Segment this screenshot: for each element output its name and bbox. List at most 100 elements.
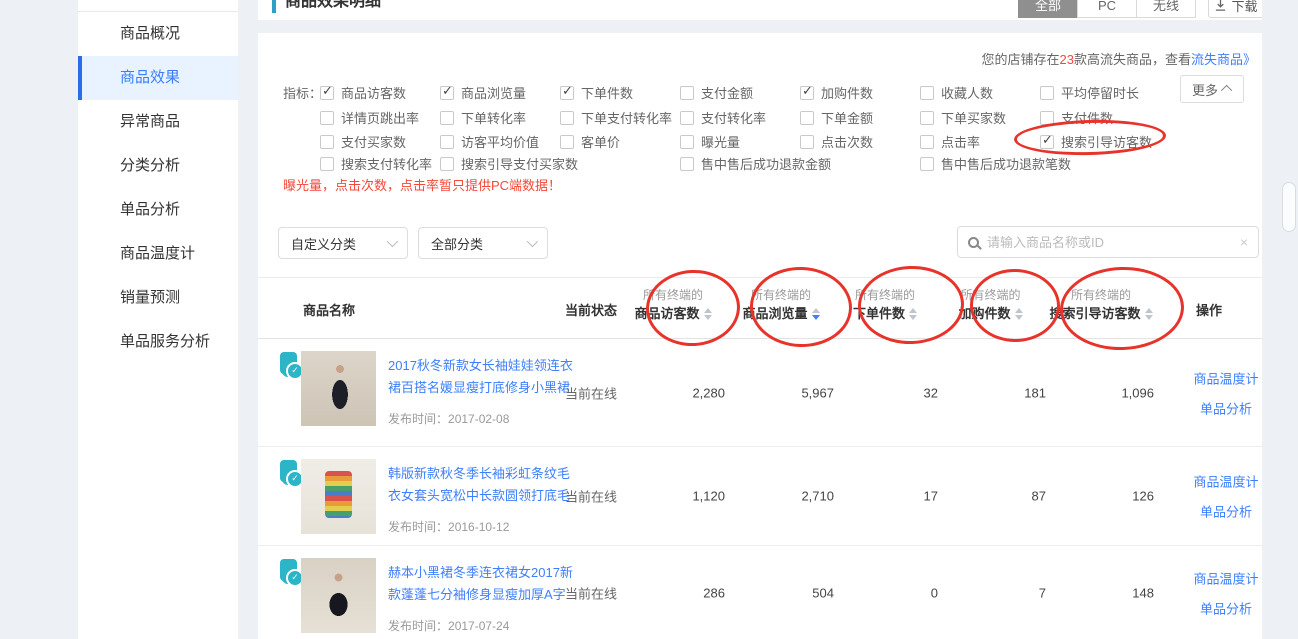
checkbox-avg-stay-time[interactable]	[1040, 86, 1054, 100]
sidebar-item-product-overview[interactable]: 商品概况	[78, 12, 238, 56]
metric-label: 曝光量	[701, 132, 740, 151]
metric-label: 下单转化率	[461, 108, 526, 127]
product-image[interactable]	[301, 351, 376, 426]
checkbox-order-items[interactable]	[560, 86, 574, 100]
action-single-item-analysis[interactable]: 单品分析	[1200, 398, 1252, 417]
checkbox-product-pageviews[interactable]	[440, 86, 454, 100]
checkbox-avg-order-value[interactable]	[560, 135, 574, 149]
metric-item: 支付金额	[680, 83, 753, 102]
sort-arrows[interactable]	[909, 308, 917, 320]
checkbox-clicks[interactable]	[800, 135, 814, 149]
action-product-thermometer[interactable]: 商品温度计	[1193, 368, 1258, 387]
checkbox-impressions[interactable]	[680, 135, 694, 149]
metric-item: 点击次数	[800, 132, 873, 151]
checkbox-visitor-avg-value[interactable]	[440, 135, 454, 149]
col-header-scope: 所有终端的	[751, 286, 811, 304]
custom-category-value: 自定义分类	[291, 234, 356, 253]
cell-search-guided-visitors: 148	[1054, 585, 1154, 600]
col-header-visitors[interactable]: 所有终端的 商品访客数	[618, 286, 728, 324]
status-text: 当前在线	[565, 487, 617, 506]
sidebar-item-product-effect[interactable]: 商品效果	[78, 56, 238, 100]
checkbox-order-conversion[interactable]	[440, 111, 454, 125]
metric-item: 下单支付转化率	[560, 108, 672, 127]
checkbox-detail-bounce-rate[interactable]	[320, 111, 334, 125]
publish-date-value: 2017-07-24	[448, 619, 509, 633]
col-header-scope: 所有终端的	[960, 286, 1020, 304]
notice-prefix: 您的店铺存在	[981, 52, 1059, 67]
sort-arrows[interactable]	[704, 308, 712, 320]
sidebar-item-abnormal-products[interactable]: 异常商品	[78, 100, 238, 144]
scrollbar-thumb[interactable]	[1282, 182, 1296, 232]
checkbox-click-rate[interactable]	[920, 135, 934, 149]
metric-label: 收藏人数	[941, 83, 993, 102]
checkbox-pay-items[interactable]	[1040, 111, 1054, 125]
metric-label: 搜索引导支付买家数	[461, 154, 578, 173]
loss-products-notice: 您的店铺存在23款高流失商品，查看流失商品》	[981, 49, 1256, 68]
notice-mid: 款高流失商品，查看	[1074, 52, 1191, 67]
metric-item: 收藏人数	[920, 83, 993, 102]
col-header-order-items[interactable]: 所有终端的 下单件数	[830, 286, 940, 324]
metrics-row-1: 商品访客数 商品浏览量 下单件数 支付金额 加购件数 收藏人数 平均停留时长	[258, 83, 1262, 101]
checkbox-cart-adds[interactable]	[800, 86, 814, 100]
sidebar-item-category-analysis[interactable]: 分类分析	[78, 144, 238, 188]
col-header-cart-adds[interactable]: 所有终端的 加购件数	[938, 286, 1043, 324]
sidebar-item-single-item-service[interactable]: 单品服务分析	[78, 320, 238, 364]
status-text: 当前在线	[565, 583, 617, 602]
checkbox-refund-amount[interactable]	[680, 157, 694, 171]
checkbox-order-buyers[interactable]	[920, 111, 934, 125]
action-product-thermometer[interactable]: 商品温度计	[1193, 568, 1258, 587]
custom-category-select[interactable]: 自定义分类	[278, 227, 408, 259]
publish-date: 发布时间：2017-02-08	[388, 410, 574, 427]
download-label: 下载	[1231, 0, 1257, 15]
loss-products-link[interactable]: 流失商品》	[1191, 52, 1256, 67]
metric-item: 加购件数	[800, 83, 873, 102]
checkbox-refund-count[interactable]	[920, 157, 934, 171]
tab-all-terminals[interactable]: 全部	[1018, 0, 1078, 18]
tab-pc[interactable]: PC	[1077, 0, 1137, 18]
checkbox-payment-amount[interactable]	[680, 86, 694, 100]
checkbox-pay-conversion[interactable]	[680, 111, 694, 125]
product-title-link[interactable]: 赫本小黑裙冬季连衣裙女2017新款蓬蓬七分袖修身显瘦加厚A字	[388, 562, 574, 606]
checkbox-search-guided-visitors[interactable]	[1040, 135, 1054, 149]
metric-item: 支付买家数	[320, 132, 406, 151]
col-header-pageviews[interactable]: 所有终端的 商品浏览量	[726, 286, 836, 324]
metric-label: 下单买家数	[941, 108, 1006, 127]
sidebar-item-sales-forecast[interactable]: 销量预测	[78, 276, 238, 320]
checkbox-order-amount[interactable]	[800, 111, 814, 125]
checkbox-search-guided-pay-buyers[interactable]	[440, 157, 454, 171]
product-title-link[interactable]: 2017秋冬新款女长袖娃娃领连衣裙百搭名媛显瘦打底修身小黑裙	[388, 355, 574, 399]
sort-arrows[interactable]	[1145, 308, 1153, 320]
main-panel: 您的店铺存在23款高流失商品，查看流失商品》 指标： 商品访客数 商品浏览量 下…	[258, 33, 1262, 639]
search-input[interactable]	[987, 235, 1232, 250]
sort-arrows[interactable]	[1015, 308, 1023, 320]
all-category-select[interactable]: 全部分类	[418, 227, 548, 259]
sidebar-item-product-thermometer[interactable]: 商品温度计	[78, 232, 238, 276]
metric-item: 商品访客数	[320, 83, 406, 102]
col-header-search-guided-visitors[interactable]: 所有终端的 搜索引导访客数	[1037, 286, 1165, 324]
sidebar-item-single-item-analysis[interactable]: 单品分析	[78, 188, 238, 232]
metric-item: 曝光量	[680, 132, 740, 151]
metric-label: 支付件数	[1061, 108, 1113, 127]
checkbox-favorites[interactable]	[920, 86, 934, 100]
cell-pageviews: 5,967	[734, 385, 834, 400]
checkbox-search-pay-conversion[interactable]	[320, 157, 334, 171]
action-product-thermometer[interactable]: 商品温度计	[1193, 472, 1258, 491]
download-button[interactable]: 下载	[1208, 0, 1262, 18]
checkbox-product-visitors[interactable]	[320, 86, 334, 100]
action-single-item-analysis[interactable]: 单品分析	[1200, 502, 1252, 521]
tab-wireless[interactable]: 无线	[1136, 0, 1196, 18]
action-single-item-analysis[interactable]: 单品分析	[1200, 598, 1252, 617]
metric-label: 加购件数	[821, 83, 873, 102]
checkbox-order-pay-conversion[interactable]	[560, 111, 574, 125]
product-image[interactable]	[301, 459, 376, 534]
more-button[interactable]: 更多	[1180, 75, 1244, 103]
product-text: 2017秋冬新款女长袖娃娃领连衣裙百搭名媛显瘦打底修身小黑裙 发布时间：2017…	[388, 355, 574, 427]
product-title-link[interactable]: 韩版新款秋冬季长袖彩虹条纹毛衣女套头宽松中长款圆领打底毛	[388, 463, 574, 507]
col-header-scope: 所有终端的	[643, 286, 703, 304]
clear-icon[interactable]: ×	[1240, 234, 1248, 250]
product-text: 赫本小黑裙冬季连衣裙女2017新款蓬蓬七分袖修身显瘦加厚A字 发布时间：2017…	[388, 562, 574, 634]
product-image[interactable]	[301, 558, 376, 633]
sort-arrows-active-desc[interactable]	[812, 308, 820, 320]
metric-label: 售中售后成功退款金额	[701, 154, 831, 173]
checkbox-pay-buyers[interactable]	[320, 135, 334, 149]
